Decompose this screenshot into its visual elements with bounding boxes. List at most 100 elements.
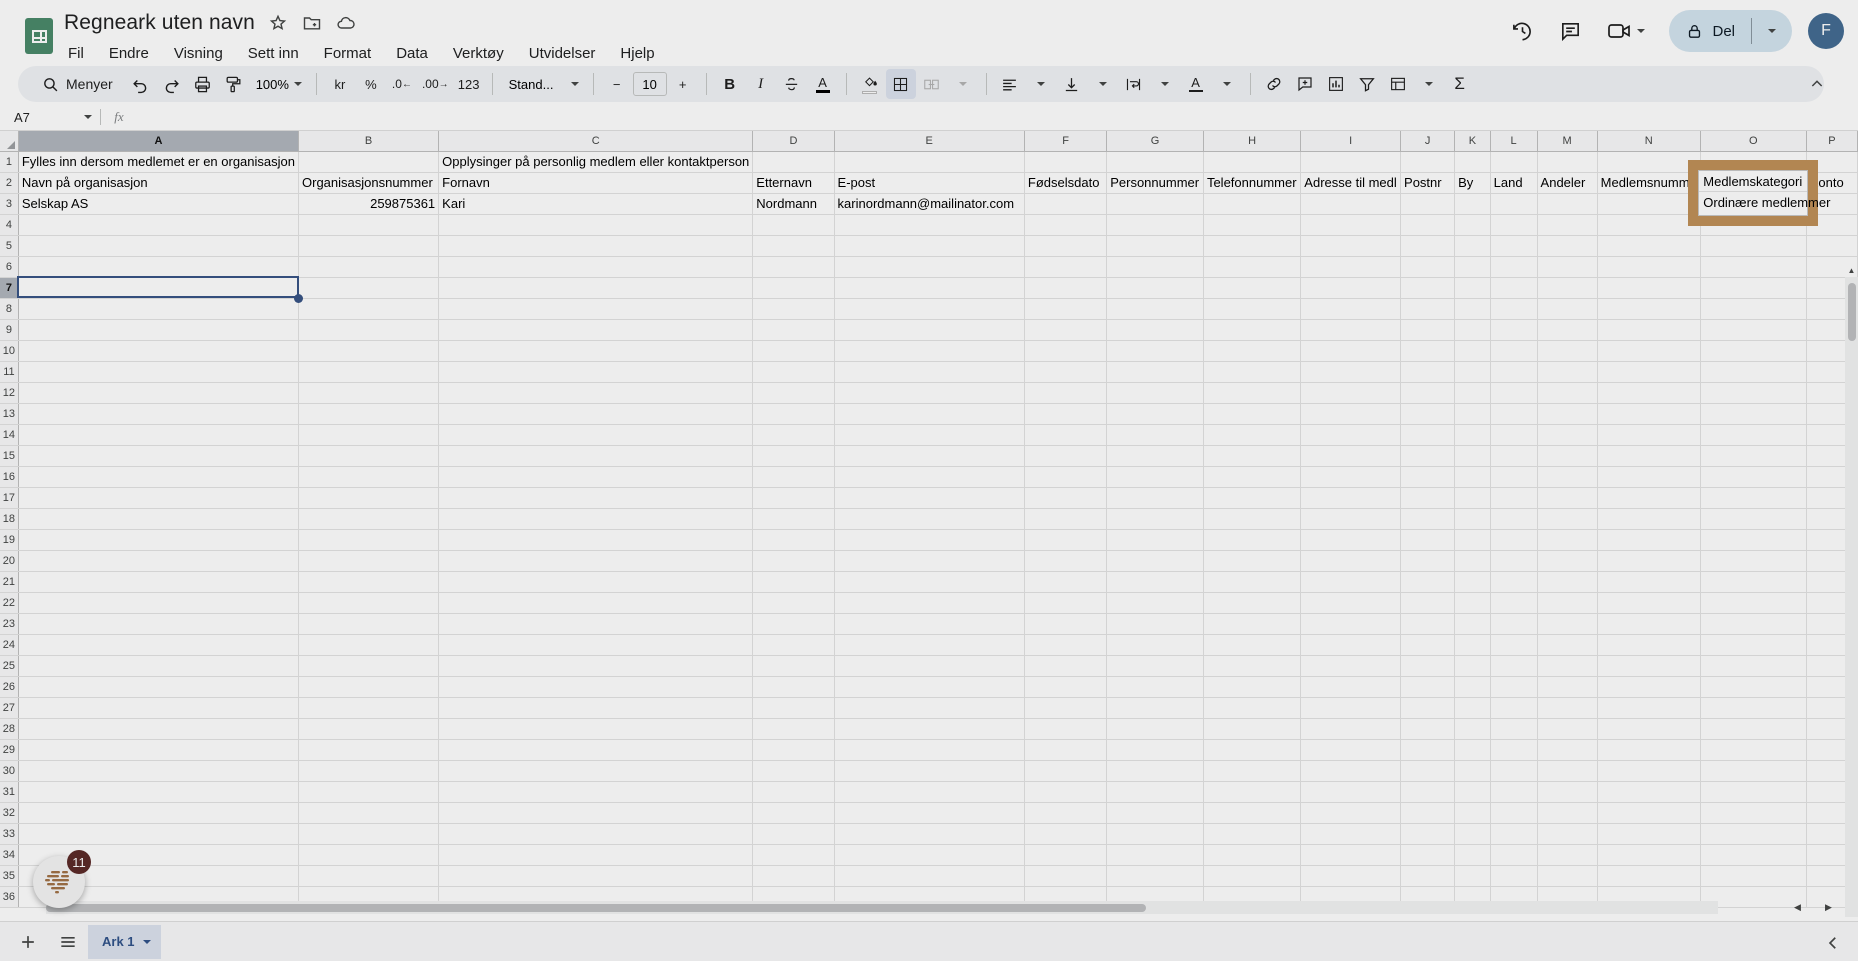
- cell-N10[interactable]: [1597, 340, 1701, 362]
- cell-H26[interactable]: [1203, 676, 1302, 698]
- cell-O18[interactable]: [1700, 508, 1807, 530]
- cell-G7[interactable]: [1106, 277, 1204, 299]
- cell-H21[interactable]: [1203, 571, 1302, 593]
- cell-I15[interactable]: [1300, 445, 1402, 467]
- cell-D14[interactable]: [752, 424, 835, 446]
- cell-D16[interactable]: [752, 466, 835, 488]
- cell-G14[interactable]: [1106, 424, 1204, 446]
- cell-D18[interactable]: [752, 508, 835, 530]
- cell-D21[interactable]: [752, 571, 835, 593]
- cell-C21[interactable]: [438, 571, 754, 593]
- cell-K2[interactable]: By: [1454, 172, 1491, 194]
- cell-H9[interactable]: [1203, 319, 1302, 341]
- cell-I23[interactable]: [1300, 613, 1402, 635]
- cell-N23[interactable]: [1597, 613, 1701, 635]
- cell-A29[interactable]: [18, 739, 300, 761]
- cell-H15[interactable]: [1203, 445, 1302, 467]
- cell-N16[interactable]: [1597, 466, 1701, 488]
- cell-J19[interactable]: [1400, 529, 1456, 551]
- horizontal-scrollbar[interactable]: [46, 901, 1718, 914]
- cell-C4[interactable]: [438, 214, 754, 236]
- cell-F30[interactable]: [1024, 760, 1108, 782]
- cell-M25[interactable]: [1537, 655, 1598, 677]
- cell-L1[interactable]: [1490, 151, 1538, 173]
- cell-D2[interactable]: Etternavn: [752, 172, 835, 194]
- cell-B22[interactable]: [298, 592, 440, 614]
- column-header-P[interactable]: P: [1806, 131, 1858, 152]
- cell-C1[interactable]: Opplysinger på personlig medlem eller ko…: [438, 151, 754, 173]
- row-header-33[interactable]: 33: [0, 823, 19, 845]
- cell-O35[interactable]: [1700, 865, 1807, 887]
- cell-N25[interactable]: [1597, 655, 1701, 677]
- cell-C13[interactable]: [438, 403, 754, 425]
- cell-F16[interactable]: [1024, 466, 1108, 488]
- column-header-G[interactable]: G: [1106, 131, 1204, 152]
- cell-B11[interactable]: [298, 361, 440, 383]
- cell-M31[interactable]: [1537, 781, 1598, 803]
- cell-C23[interactable]: [438, 613, 754, 635]
- cell-A33[interactable]: [18, 823, 300, 845]
- cell-C18[interactable]: [438, 508, 754, 530]
- cell-O23[interactable]: [1700, 613, 1807, 635]
- cell-K3[interactable]: [1454, 193, 1491, 215]
- cell-C7[interactable]: [438, 277, 754, 299]
- cell-D3[interactable]: Nordmann: [752, 193, 835, 215]
- cell-K32[interactable]: [1454, 802, 1491, 824]
- cell-I35[interactable]: [1300, 865, 1402, 887]
- cell-L26[interactable]: [1490, 676, 1538, 698]
- cell-L14[interactable]: [1490, 424, 1538, 446]
- cell-A18[interactable]: [18, 508, 300, 530]
- cell-G22[interactable]: [1106, 592, 1204, 614]
- highlight-cell-O2[interactable]: Medlemskategori: [1699, 171, 1808, 192]
- cell-C2[interactable]: Fornavn: [438, 172, 754, 194]
- cell-E18[interactable]: [834, 508, 1025, 530]
- cell-M2[interactable]: Andeler: [1537, 172, 1598, 194]
- cell-D26[interactable]: [752, 676, 835, 698]
- cell-J11[interactable]: [1400, 361, 1456, 383]
- cell-C5[interactable]: [438, 235, 754, 257]
- cell-J27[interactable]: [1400, 697, 1456, 719]
- cell-C16[interactable]: [438, 466, 754, 488]
- cell-J30[interactable]: [1400, 760, 1456, 782]
- cell-F7[interactable]: [1024, 277, 1108, 299]
- functions-dropdown[interactable]: [1414, 69, 1444, 99]
- cell-B21[interactable]: [298, 571, 440, 593]
- cell-H7[interactable]: [1203, 277, 1302, 299]
- cell-M15[interactable]: [1537, 445, 1598, 467]
- cell-B8[interactable]: [298, 298, 440, 320]
- cell-L25[interactable]: [1490, 655, 1538, 677]
- row-header-12[interactable]: 12: [0, 382, 19, 404]
- cell-O34[interactable]: [1700, 844, 1807, 866]
- row-header-20[interactable]: 20: [0, 550, 19, 572]
- cell-O13[interactable]: [1700, 403, 1807, 425]
- cell-M32[interactable]: [1537, 802, 1598, 824]
- cell-A14[interactable]: [18, 424, 300, 446]
- cell-G19[interactable]: [1106, 529, 1204, 551]
- row-header-8[interactable]: 8: [0, 298, 19, 320]
- cell-N28[interactable]: [1597, 718, 1701, 740]
- cell-C3[interactable]: Kari: [438, 193, 754, 215]
- cell-J10[interactable]: [1400, 340, 1456, 362]
- cell-A3[interactable]: Selskap AS: [18, 193, 300, 215]
- cell-J23[interactable]: [1400, 613, 1456, 635]
- cell-E26[interactable]: [834, 676, 1025, 698]
- cell-B25[interactable]: [298, 655, 440, 677]
- cell-B30[interactable]: [298, 760, 440, 782]
- row-header-17[interactable]: 17: [0, 487, 19, 509]
- cell-K15[interactable]: [1454, 445, 1491, 467]
- cell-B12[interactable]: [298, 382, 440, 404]
- cell-G15[interactable]: [1106, 445, 1204, 467]
- cell-A6[interactable]: [18, 256, 300, 278]
- menu-item-utvidelser[interactable]: Utvidelser: [525, 43, 600, 64]
- cell-K35[interactable]: [1454, 865, 1491, 887]
- cell-M33[interactable]: [1537, 823, 1598, 845]
- cell-B3[interactable]: 259875361: [298, 193, 440, 215]
- cell-K23[interactable]: [1454, 613, 1491, 635]
- cell-E8[interactable]: [834, 298, 1025, 320]
- vertical-align-dropdown[interactable]: [1088, 69, 1118, 99]
- cell-F3[interactable]: [1024, 193, 1108, 215]
- cell-F9[interactable]: [1024, 319, 1108, 341]
- cell-B7[interactable]: [298, 277, 440, 299]
- cell-L4[interactable]: [1490, 214, 1538, 236]
- row-header-15[interactable]: 15: [0, 445, 19, 467]
